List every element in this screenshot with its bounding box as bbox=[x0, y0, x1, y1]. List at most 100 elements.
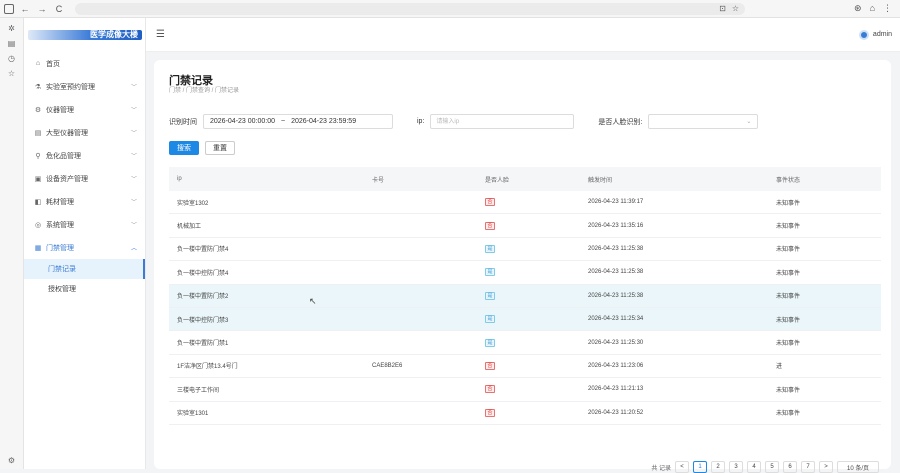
header-time: 触发时间 bbox=[588, 177, 613, 184]
screenshot-icon[interactable]: ⊡ bbox=[719, 4, 726, 13]
sidebar-item-label: 危化品管理 bbox=[46, 152, 81, 160]
page-button-5[interactable]: 5 bbox=[765, 461, 779, 473]
total-count: 共 记录 bbox=[651, 465, 671, 472]
sidebar-item-label: 实验室预约管理 bbox=[46, 83, 95, 91]
date-range-picker[interactable]: 2026-04-23 00:00:00 ~ 2026-04-23 23:59:5… bbox=[203, 114, 393, 129]
menu-collapse-icon[interactable]: ☰ bbox=[156, 29, 165, 40]
table-row[interactable]: 负一楼中置防门禁1 是 2026-04-23 11:25:30 未知事件 bbox=[169, 331, 881, 355]
supplies-icon: ◧ bbox=[34, 198, 42, 206]
table-row[interactable]: 负一楼中控防门禁4 是 2026-04-23 11:25:38 未知事件 bbox=[169, 261, 881, 285]
table-row[interactable]: 负一楼中控防门禁3 是 2026-04-23 11:25:34 未知事件 bbox=[169, 307, 881, 332]
table-row[interactable]: 三楼电子工作间 否 2026-04-23 11:21:13 未知事件 bbox=[169, 378, 881, 402]
sidebar-subitem-1[interactable]: 授权管理 bbox=[24, 279, 145, 299]
table-row[interactable]: 实验室1302 否 2026-04-23 11:39:17 未知事件 bbox=[169, 191, 881, 215]
header-status: 事件状态 bbox=[776, 177, 801, 184]
bookmark-star-icon[interactable]: ☆ bbox=[732, 4, 739, 13]
page-button-6[interactable]: 6 bbox=[783, 461, 797, 473]
settings-icon[interactable]: ⚙ bbox=[8, 456, 15, 465]
reload-icon[interactable]: C bbox=[53, 3, 65, 15]
records-table: ip 卡号 是否人脸 触发时间 事件状态 实验室1302 否 2026-04-23 … bbox=[169, 167, 881, 425]
chevron-down-icon: ﹀ bbox=[130, 154, 137, 160]
sidebar-subitem-0[interactable]: 门禁记录 bbox=[24, 259, 145, 279]
cell-ip: 1F洁净区门禁13.4号门 bbox=[177, 364, 238, 371]
face-filter-select[interactable]: ⌄ bbox=[648, 114, 759, 129]
cell-time: 2026-04-23 11:25:34 bbox=[588, 316, 644, 323]
favorites-icon[interactable]: ☆ bbox=[8, 69, 15, 78]
cell-time: 2026-04-23 11:25:38 bbox=[588, 269, 644, 276]
table-row[interactable]: 负一楼中置防门禁2 是 2026-04-23 11:25:38 未知事件 bbox=[169, 284, 881, 308]
sidebar-item-3[interactable]: ▤ 大型仪器管理 ﹀ bbox=[24, 121, 145, 144]
cell-ip: 负一楼中置防门禁2 bbox=[177, 294, 229, 301]
cell-face: 是 bbox=[485, 338, 588, 347]
cell-face: 是 bbox=[485, 315, 588, 324]
forward-icon[interactable]: → bbox=[36, 3, 48, 15]
sidebar-item-label: 系统管理 bbox=[46, 221, 74, 229]
page-button-3[interactable]: 3 bbox=[729, 461, 743, 473]
page-list: 1234567 bbox=[693, 461, 815, 473]
sidebar-item-2[interactable]: ⚙ 仪器管理 ﹀ bbox=[24, 98, 145, 121]
sidebar-item-8[interactable]: ▦ 门禁管理 ︿ bbox=[24, 236, 145, 259]
table-body: 实验室1302 否 2026-04-23 11:39:17 未知事件 机械加工否 2026… bbox=[169, 191, 881, 425]
sidebar-item-7[interactable]: ◎ 系统管理 ﹀ bbox=[24, 213, 145, 236]
page-button-1[interactable]: 1 bbox=[693, 461, 707, 473]
cell-time: 2026-04-23 11:39:17 bbox=[588, 199, 644, 206]
chevron-down-icon: ﹀ bbox=[130, 200, 137, 206]
page-button-2[interactable]: 2 bbox=[711, 461, 725, 473]
cell-time: 2026-04-23 11:21:13 bbox=[588, 386, 644, 393]
time-label: 识别时间 bbox=[169, 118, 197, 126]
extension-icon[interactable]: ⊛ bbox=[854, 3, 862, 14]
username[interactable]: admin bbox=[873, 31, 892, 38]
history-icon[interactable]: ◷ bbox=[8, 54, 15, 63]
cell-status: 未知事件 bbox=[776, 294, 801, 301]
search-button[interactable]: 搜索 bbox=[169, 141, 199, 155]
chevron-down-icon: ﹀ bbox=[130, 177, 137, 183]
date-end[interactable]: 2026-04-23 23:59:59 bbox=[291, 118, 356, 125]
chevron-down-icon: ﹀ bbox=[130, 131, 137, 137]
avatar[interactable] bbox=[858, 29, 869, 40]
home-browser-icon[interactable]: ⌂ bbox=[870, 3, 875, 14]
sidebar-item-4[interactable]: ⚲ 危化品管理 ﹀ bbox=[24, 144, 145, 167]
page-button-7[interactable]: 7 bbox=[801, 461, 815, 473]
cell-status: 进 bbox=[776, 364, 783, 371]
saved-icon[interactable]: ▤ bbox=[8, 39, 16, 48]
cell-card: CAE8B2E6 bbox=[372, 362, 403, 369]
sidebar-item-1[interactable]: ⚗ 实验室预约管理 ﹀ bbox=[24, 75, 145, 98]
logo: 医学成像大楼 bbox=[24, 18, 145, 52]
face-tag: 是 bbox=[485, 291, 495, 300]
chevron-down-icon: ﹀ bbox=[130, 85, 137, 91]
address-bar[interactable]: ⊡ ☆ bbox=[75, 2, 745, 15]
table-row[interactable]: 实验室1301 否 2026-04-23 11:20:52 未知事件 bbox=[169, 402, 881, 425]
ip-input[interactable] bbox=[430, 114, 575, 129]
date-start[interactable]: 2026-04-23 00:00:00 bbox=[210, 118, 275, 125]
reset-button[interactable]: 重置 bbox=[205, 141, 235, 155]
cell-face: 否 bbox=[485, 385, 588, 394]
cell-ip: 负一楼中置防门禁4 bbox=[177, 247, 229, 254]
user-menu[interactable]: admin bbox=[858, 29, 892, 40]
face-tag: 否 bbox=[485, 221, 495, 230]
cell-face: 是 bbox=[485, 291, 588, 300]
access-icon: ▦ bbox=[34, 244, 42, 252]
sidebar-item-label: 仪器管理 bbox=[46, 106, 74, 114]
sidebar-item-6[interactable]: ◧ 耗材管理 ﹀ bbox=[24, 190, 145, 213]
sidebar-item-5[interactable]: ▣ 设备资产管理 ﹀ bbox=[24, 167, 145, 190]
logo-text: 医学成像大楼 bbox=[90, 30, 138, 39]
back-icon[interactable]: ← bbox=[19, 3, 31, 15]
table-row[interactable]: 负一楼中置防门禁4 是 2026-04-23 11:25:38 未知事件 bbox=[169, 238, 881, 262]
table-row[interactable]: 机械加工 否 2026-04-23 11:35:16 未知事件 bbox=[169, 214, 881, 238]
cell-face: 否 bbox=[485, 361, 588, 370]
chevron-down-icon: ﹀ bbox=[130, 223, 137, 229]
sidebar-item-label: 大型仪器管理 bbox=[46, 129, 88, 137]
face-tag: 是 bbox=[485, 338, 495, 347]
table-row[interactable]: 1F洁净区门禁13.4号门 CAE8B2E6 否 2026-04-23 11:23:0… bbox=[169, 355, 881, 379]
cell-time: 2026-04-23 11:25:38 bbox=[588, 292, 644, 299]
more-icon[interactable]: ⋮ bbox=[883, 3, 892, 14]
ai-icon[interactable]: ✲ bbox=[8, 24, 15, 33]
sidebar-item-0[interactable]: ⌂ 首页 bbox=[24, 52, 145, 75]
sidebar-toggle-icon[interactable] bbox=[4, 3, 14, 14]
pagination: 共 记录 < 1234567 > 10 条/页 bbox=[651, 461, 879, 473]
next-page-button[interactable]: > bbox=[819, 461, 833, 473]
page-button-4[interactable]: 4 bbox=[747, 461, 761, 473]
prev-page-button[interactable]: < bbox=[675, 461, 689, 473]
chevron-up-icon: ︿ bbox=[130, 246, 137, 252]
page-size-select[interactable]: 10 条/页 bbox=[837, 461, 879, 473]
